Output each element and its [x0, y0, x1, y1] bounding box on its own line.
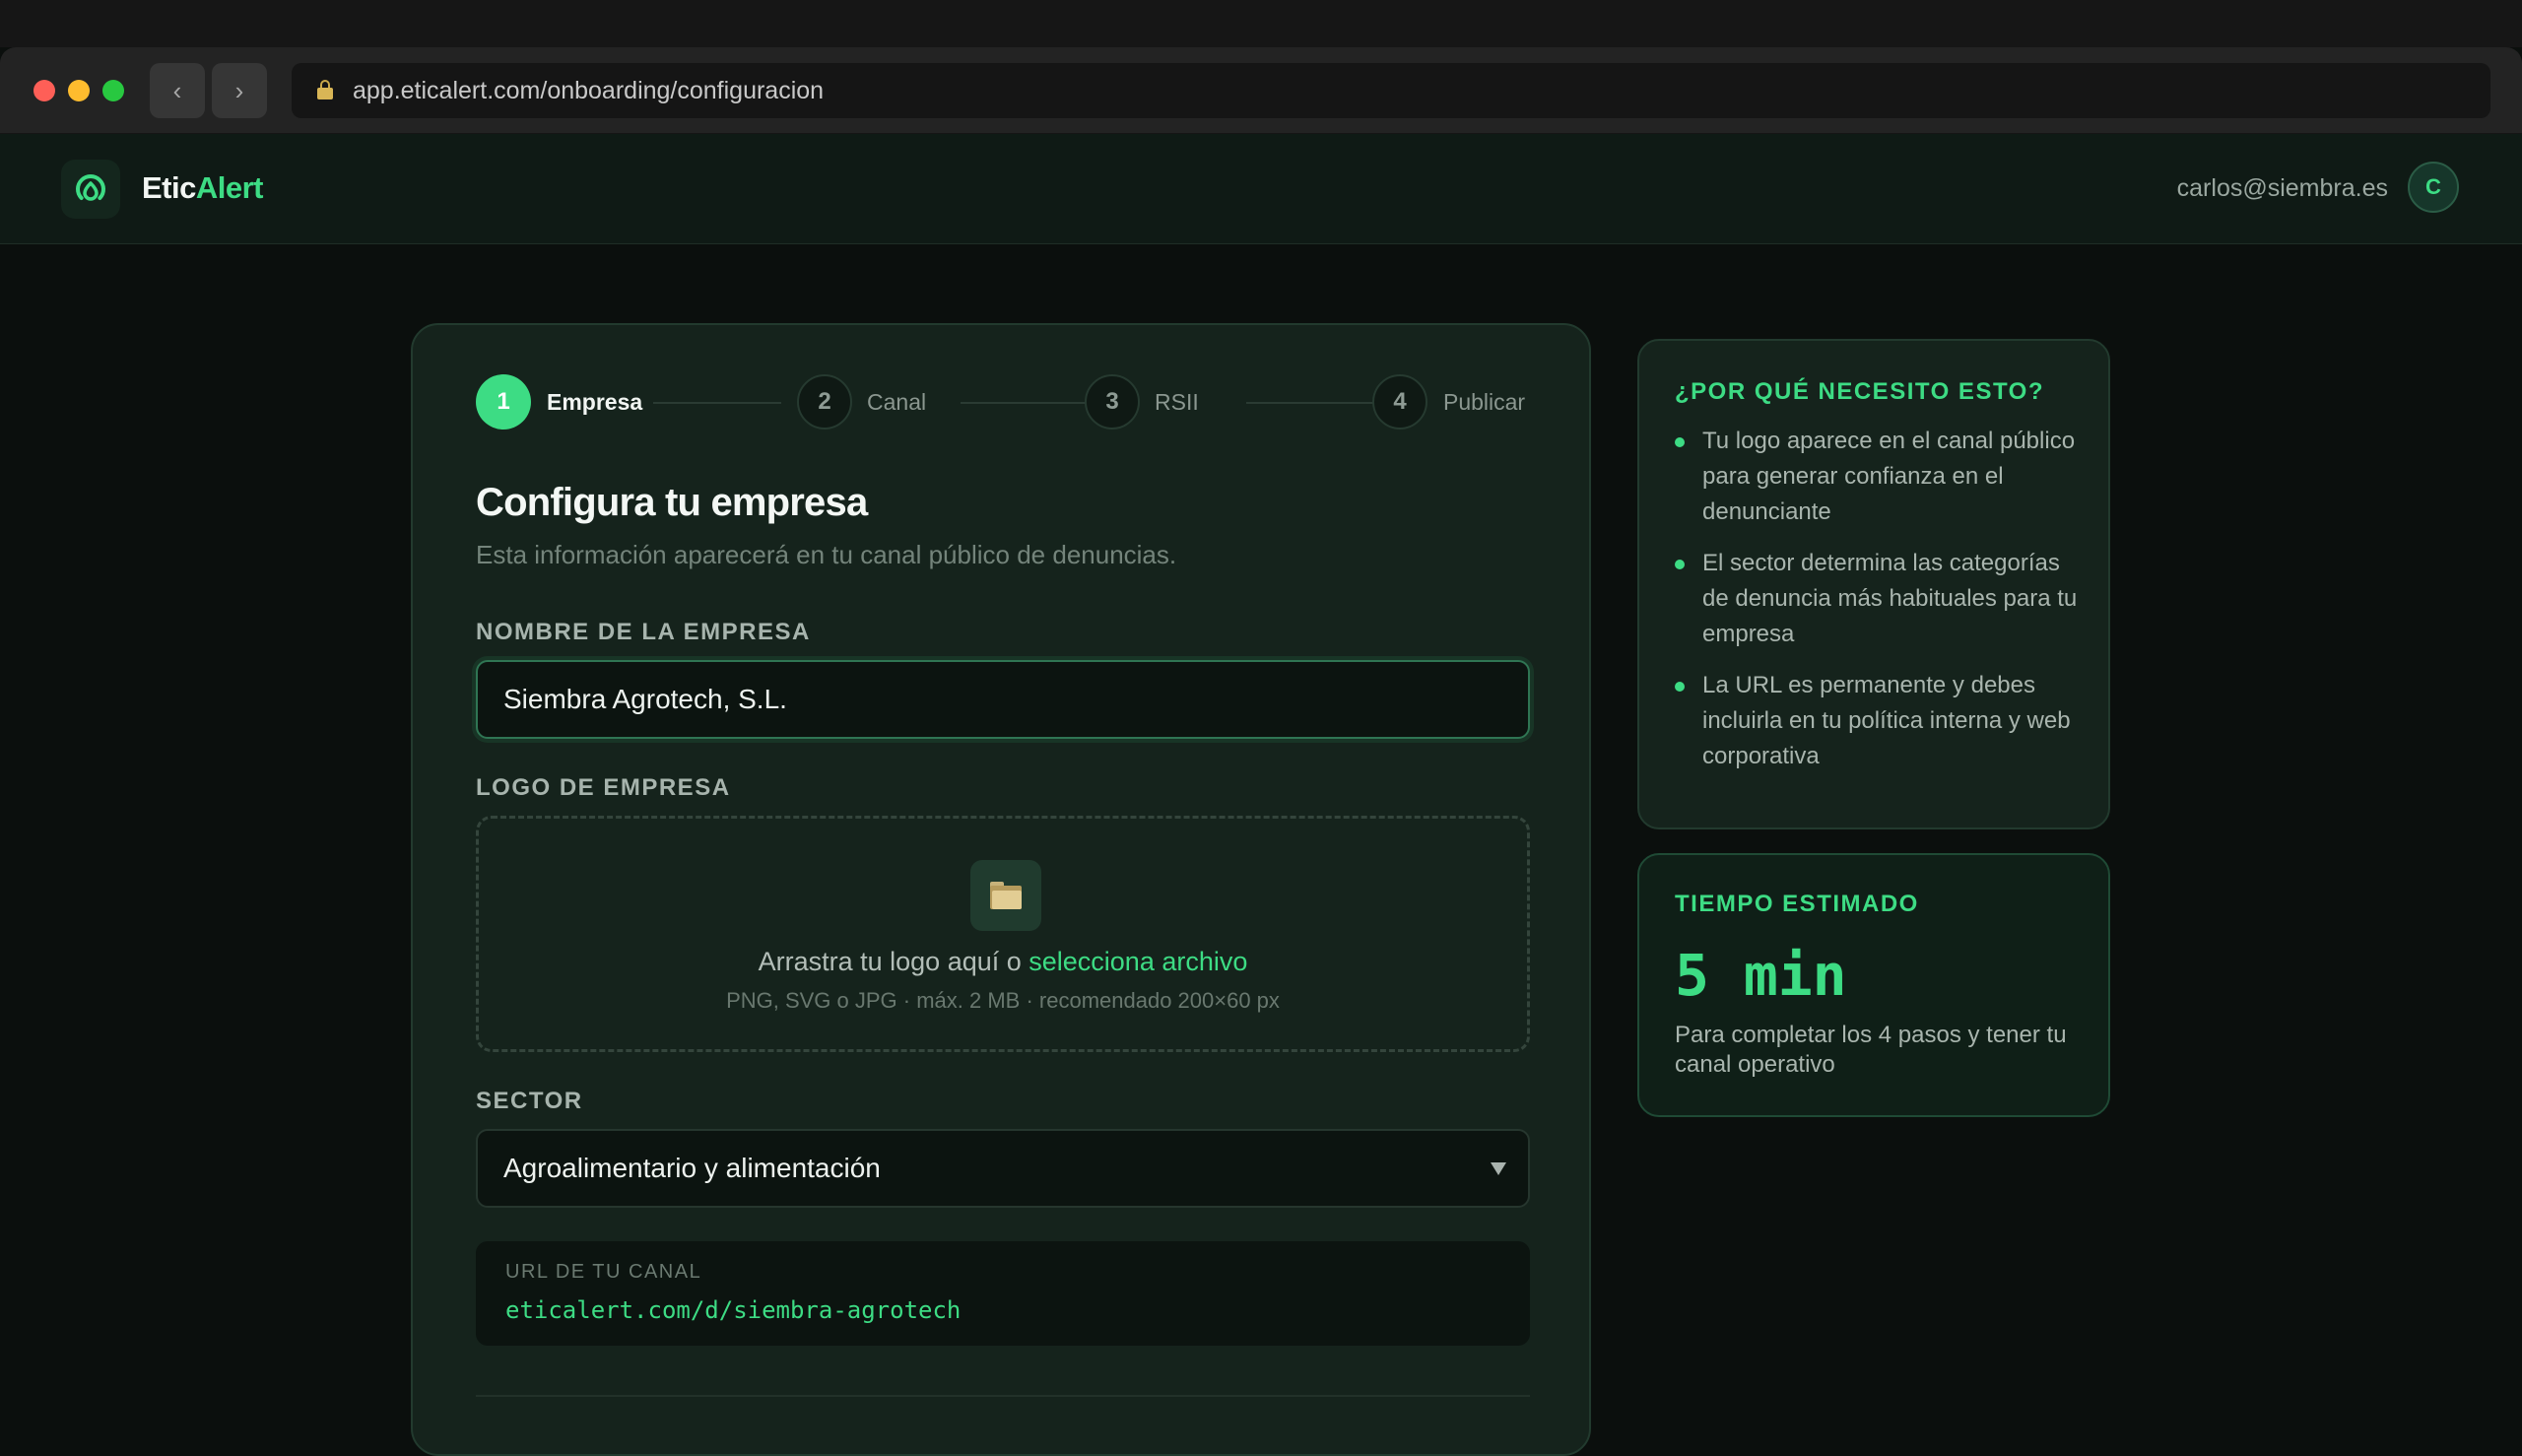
step-connector — [1246, 402, 1374, 404]
channel-url-box: URL DE TU CANAL eticalert.com/d/siembra-… — [476, 1241, 1530, 1346]
app-header: EticAlert carlos@siembra.es C — [0, 134, 2522, 244]
step-1-label: Empresa — [547, 389, 643, 415]
sector-label: SECTOR — [476, 1088, 583, 1114]
user-email: carlos@siembra.es — [2176, 174, 2388, 202]
window-minimize-button[interactable] — [68, 80, 90, 101]
list-item: El sector determina las categorías de de… — [1675, 546, 2089, 652]
sector-select[interactable]: Agroalimentario y alimentación — [476, 1129, 1530, 1208]
logo-label: LOGO DE EMPRESA — [476, 774, 731, 801]
company-name-input[interactable]: Siembra Agrotech, S.L. — [476, 660, 1530, 739]
brand-name[interactable]: EticAlert — [142, 134, 264, 242]
bullet-dot-icon — [1675, 437, 1685, 447]
company-name-label: NOMBRE DE LA EMPRESA — [476, 619, 811, 645]
list-item: Tu logo aparece en el canal público para… — [1675, 424, 2089, 530]
logo-drop-text: Arrastra tu logo aquí o selecciona archi… — [479, 947, 1527, 977]
list-item: La URL es permanente y debes incluirla e… — [1675, 668, 2089, 774]
step-connector — [653, 402, 781, 404]
logo-shield-icon — [76, 174, 105, 201]
onboarding-stepper: 1 Empresa 2 Canal 3 RSII 4 Publicar — [476, 374, 1530, 430]
step-2-indicator[interactable]: 2 — [797, 374, 852, 430]
window-maximize-button[interactable] — [102, 80, 124, 101]
browser-back-button[interactable]: ‹ — [150, 63, 205, 118]
estimated-time-title: TIEMPO ESTIMADO — [1675, 891, 1919, 917]
address-bar-url[interactable]: app.eticalert.com/onboarding/configuraci… — [353, 63, 824, 118]
form-divider — [476, 1395, 1530, 1397]
estimated-time-card: TIEMPO ESTIMADO 5 min Para completar los… — [1637, 853, 2110, 1117]
step-3-label: RSII — [1155, 389, 1199, 415]
step-4-label: Publicar — [1443, 389, 1526, 415]
why-needed-list: Tu logo aparece en el canal público para… — [1675, 424, 2089, 790]
os-top-strip — [0, 0, 2522, 47]
brand-name-part1: Etic — [142, 170, 196, 205]
page-subtitle: Esta información aparecerá en tu canal p… — [476, 540, 1177, 569]
step-4-indicator[interactable]: 4 — [1372, 374, 1427, 430]
step-connector — [961, 402, 1087, 404]
brand-name-part2: Alert — [195, 170, 264, 205]
logo-format-hint: PNG, SVG o JPG · máx. 2 MB · recomendado… — [726, 988, 1280, 1013]
user-avatar[interactable]: C — [2408, 162, 2459, 213]
bullet-dot-icon — [1675, 560, 1685, 569]
lock-icon — [317, 80, 333, 99]
channel-url-label: URL DE TU CANAL — [505, 1261, 702, 1283]
bullet-dot-icon — [1675, 682, 1685, 692]
select-file-link[interactable]: selecciona archivo — [1029, 947, 1247, 976]
step-1-indicator[interactable]: 1 — [476, 374, 531, 430]
list-item-text: Tu logo aparece en el canal público para… — [1702, 428, 2076, 525]
list-item-text: La URL es permanente y debes incluirla e… — [1702, 672, 2071, 769]
step-2-label: Canal — [867, 389, 927, 415]
list-item-text: El sector determina las categorías de de… — [1702, 550, 2078, 647]
chevron-down-icon — [1491, 1162, 1506, 1175]
estimated-time-description: Para completar los 4 pasos y tener tu ca… — [1675, 1022, 2067, 1078]
company-setup-card: 1 Empresa 2 Canal 3 RSII 4 Publicar Conf… — [411, 323, 1591, 1456]
logo-drop-instruction: Arrastra tu logo aquí o — [758, 947, 1029, 976]
channel-url-value: eticalert.com/d/siembra-agrotech — [505, 1296, 962, 1324]
estimated-time-value: 5 min — [1675, 942, 1847, 1009]
folder-icon-tile — [970, 860, 1041, 931]
page-title: Configura tu empresa — [476, 481, 868, 524]
sector-selected-value: Agroalimentario y alimentación — [503, 1153, 881, 1183]
browser-forward-button[interactable]: › — [212, 63, 267, 118]
why-needed-card: ¿POR QUÉ NECESITO ESTO? Tu logo aparece … — [1637, 339, 2110, 829]
eticalert-logo-icon[interactable] — [61, 160, 120, 219]
address-bar[interactable]: app.eticalert.com/onboarding/configuraci… — [292, 63, 2490, 118]
step-3-indicator[interactable]: 3 — [1085, 374, 1140, 430]
logo-dropzone[interactable]: Arrastra tu logo aquí o selecciona archi… — [476, 816, 1530, 1052]
folder-icon — [990, 882, 1022, 909]
why-needed-title: ¿POR QUÉ NECESITO ESTO? — [1675, 378, 2044, 405]
window-close-button[interactable] — [33, 80, 55, 101]
